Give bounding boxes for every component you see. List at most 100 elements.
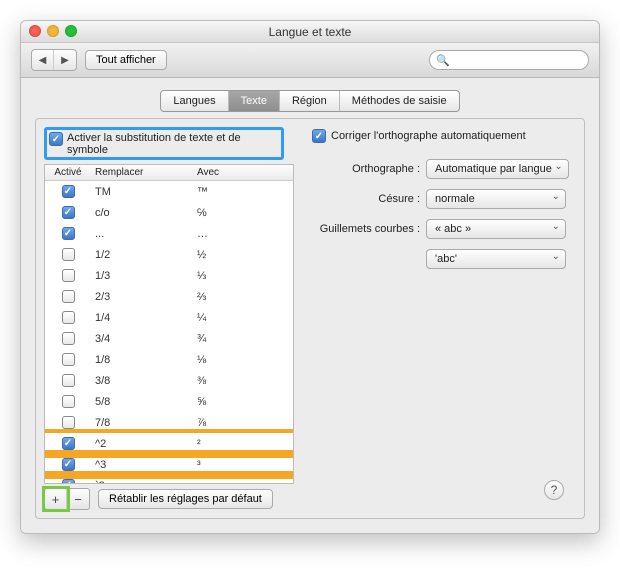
row-with: ⅝ [181, 396, 293, 408]
table-row[interactable]: 3/8⅜ [45, 370, 293, 391]
autocorrect-checkbox[interactable] [312, 129, 326, 143]
close-icon[interactable] [29, 25, 41, 37]
row-checkbox[interactable] [62, 227, 75, 240]
text-pane: Activer la substitution de texte et de s… [35, 118, 585, 519]
table-row[interactable]: 1/4¼ [45, 307, 293, 328]
tab-langues[interactable]: Langues [161, 91, 228, 111]
row-checkbox[interactable] [62, 395, 75, 408]
titlebar: Langue et texte [21, 21, 599, 43]
table-row[interactable]: ...… [45, 223, 293, 244]
row-replace: ... [91, 228, 181, 240]
row-replace: 1/4 [91, 312, 181, 324]
table-row[interactable]: ^3³ [45, 454, 293, 475]
row-with: ℅ [181, 207, 293, 219]
row-with: ⅛ [181, 354, 293, 366]
row-replace: 3/4 [91, 333, 181, 345]
remove-button[interactable]: − [67, 489, 89, 509]
table-row[interactable]: TM™ [45, 181, 293, 202]
nav-back-forward: ◀ ▶ [31, 49, 77, 71]
row-with: ⅞ [181, 417, 293, 429]
add-remove-controls: + − [44, 488, 90, 510]
table-row[interactable]: 1/3⅓ [45, 265, 293, 286]
row-checkbox[interactable] [62, 248, 75, 261]
table-row[interactable]: c/o℅ [45, 202, 293, 223]
search-field[interactable]: 🔍 [429, 50, 589, 70]
table-row[interactable]: 3/4¾ [45, 328, 293, 349]
row-checkbox[interactable] [62, 206, 75, 219]
minimize-icon[interactable] [47, 25, 59, 37]
toolbar: ◀ ▶ Tout afficher 🔍 [21, 43, 599, 78]
add-button[interactable]: + [45, 489, 67, 509]
row-replace: 3/8 [91, 375, 181, 387]
row-replace: ^2 [91, 438, 181, 450]
spelling-panel: Corriger l'orthographe automatiquement O… [306, 127, 576, 510]
preferences-window: Langue et texte ◀ ▶ Tout afficher 🔍 Lang… [20, 20, 600, 534]
show-all-button[interactable]: Tout afficher [85, 50, 167, 70]
window-controls [29, 25, 77, 37]
back-button[interactable]: ◀ [32, 50, 54, 70]
row-replace: 7/8 [91, 417, 181, 429]
row-checkbox[interactable] [62, 290, 75, 303]
col-enabled[interactable]: Activé [45, 167, 91, 178]
table-row[interactable]: `2₂ [45, 475, 293, 484]
row-checkbox[interactable] [62, 416, 75, 429]
col-with[interactable]: Avec [181, 167, 293, 178]
quotes-single-select[interactable]: 'abc' [426, 249, 566, 269]
table-row[interactable]: 1/8⅛ [45, 349, 293, 370]
row-replace: 2/3 [91, 291, 181, 303]
table-row[interactable]: 2/3⅔ [45, 286, 293, 307]
row-checkbox[interactable] [62, 374, 75, 387]
quotes-double-select[interactable]: « abc » [426, 219, 566, 239]
row-replace: 1/3 [91, 270, 181, 282]
enable-substitution-label: Activer la substitution de texte et de s… [67, 132, 277, 156]
spelling-select[interactable]: Automatique par langue [426, 159, 569, 179]
row-with: ³ [181, 459, 293, 471]
row-with: ² [181, 438, 293, 450]
row-checkbox[interactable] [62, 332, 75, 345]
row-with: ₂ [181, 480, 293, 485]
row-replace: 1/2 [91, 249, 181, 261]
zoom-icon[interactable] [65, 25, 77, 37]
row-with: ½ [181, 249, 293, 261]
row-with: ™ [181, 186, 293, 198]
row-checkbox[interactable] [62, 269, 75, 282]
row-checkbox[interactable] [62, 437, 75, 450]
tab-input-methods[interactable]: Méthodes de saisie [340, 91, 459, 111]
row-replace: 1/8 [91, 354, 181, 366]
table-row[interactable]: 7/8⅞ [45, 412, 293, 433]
table-row[interactable]: 5/8⅝ [45, 391, 293, 412]
help-button[interactable]: ? [544, 480, 564, 500]
table-body: TM™c/o℅...…1/2½1/3⅓2/3⅔1/4¼3/4¾1/8⅛3/8⅜5… [45, 181, 293, 484]
table-header: Activé Remplacer Avec [45, 165, 293, 181]
tab-texte[interactable]: Texte [229, 91, 280, 111]
table-row[interactable]: ^2² [45, 433, 293, 454]
row-replace: `2 [91, 480, 181, 485]
substitution-table: Activé Remplacer Avec TM™c/o℅...…1/2½1/3… [44, 164, 294, 484]
row-checkbox[interactable] [62, 353, 75, 366]
col-replace[interactable]: Remplacer [91, 167, 181, 178]
hyphen-label: Césure : [306, 193, 426, 205]
restore-defaults-button[interactable]: Rétablir les réglages par défaut [98, 489, 273, 509]
content-area: Langues Texte Région Méthodes de saisie … [21, 78, 599, 533]
search-input[interactable] [453, 53, 582, 67]
row-checkbox[interactable] [62, 479, 75, 484]
row-with: ⅔ [181, 291, 293, 303]
search-icon: 🔍 [436, 54, 450, 67]
forward-button[interactable]: ▶ [54, 50, 76, 70]
enable-substitution-checkbox[interactable] [49, 132, 63, 146]
tab-region[interactable]: Région [280, 91, 340, 111]
row-with: ¼ [181, 312, 293, 324]
row-replace: TM [91, 186, 181, 198]
row-replace: 5/8 [91, 396, 181, 408]
row-with: ⅓ [181, 270, 293, 282]
row-replace: ^3 [91, 459, 181, 471]
row-checkbox[interactable] [62, 458, 75, 471]
table-row[interactable]: 1/2½ [45, 244, 293, 265]
spelling-label: Orthographe : [306, 163, 426, 175]
hyphen-select[interactable]: normale [426, 189, 566, 209]
substitution-panel: Activer la substitution de texte et de s… [44, 127, 294, 510]
row-checkbox[interactable] [62, 185, 75, 198]
window-title: Langue et texte [269, 25, 352, 39]
row-checkbox[interactable] [62, 311, 75, 324]
tab-bar: Langues Texte Région Méthodes de saisie [35, 90, 585, 112]
